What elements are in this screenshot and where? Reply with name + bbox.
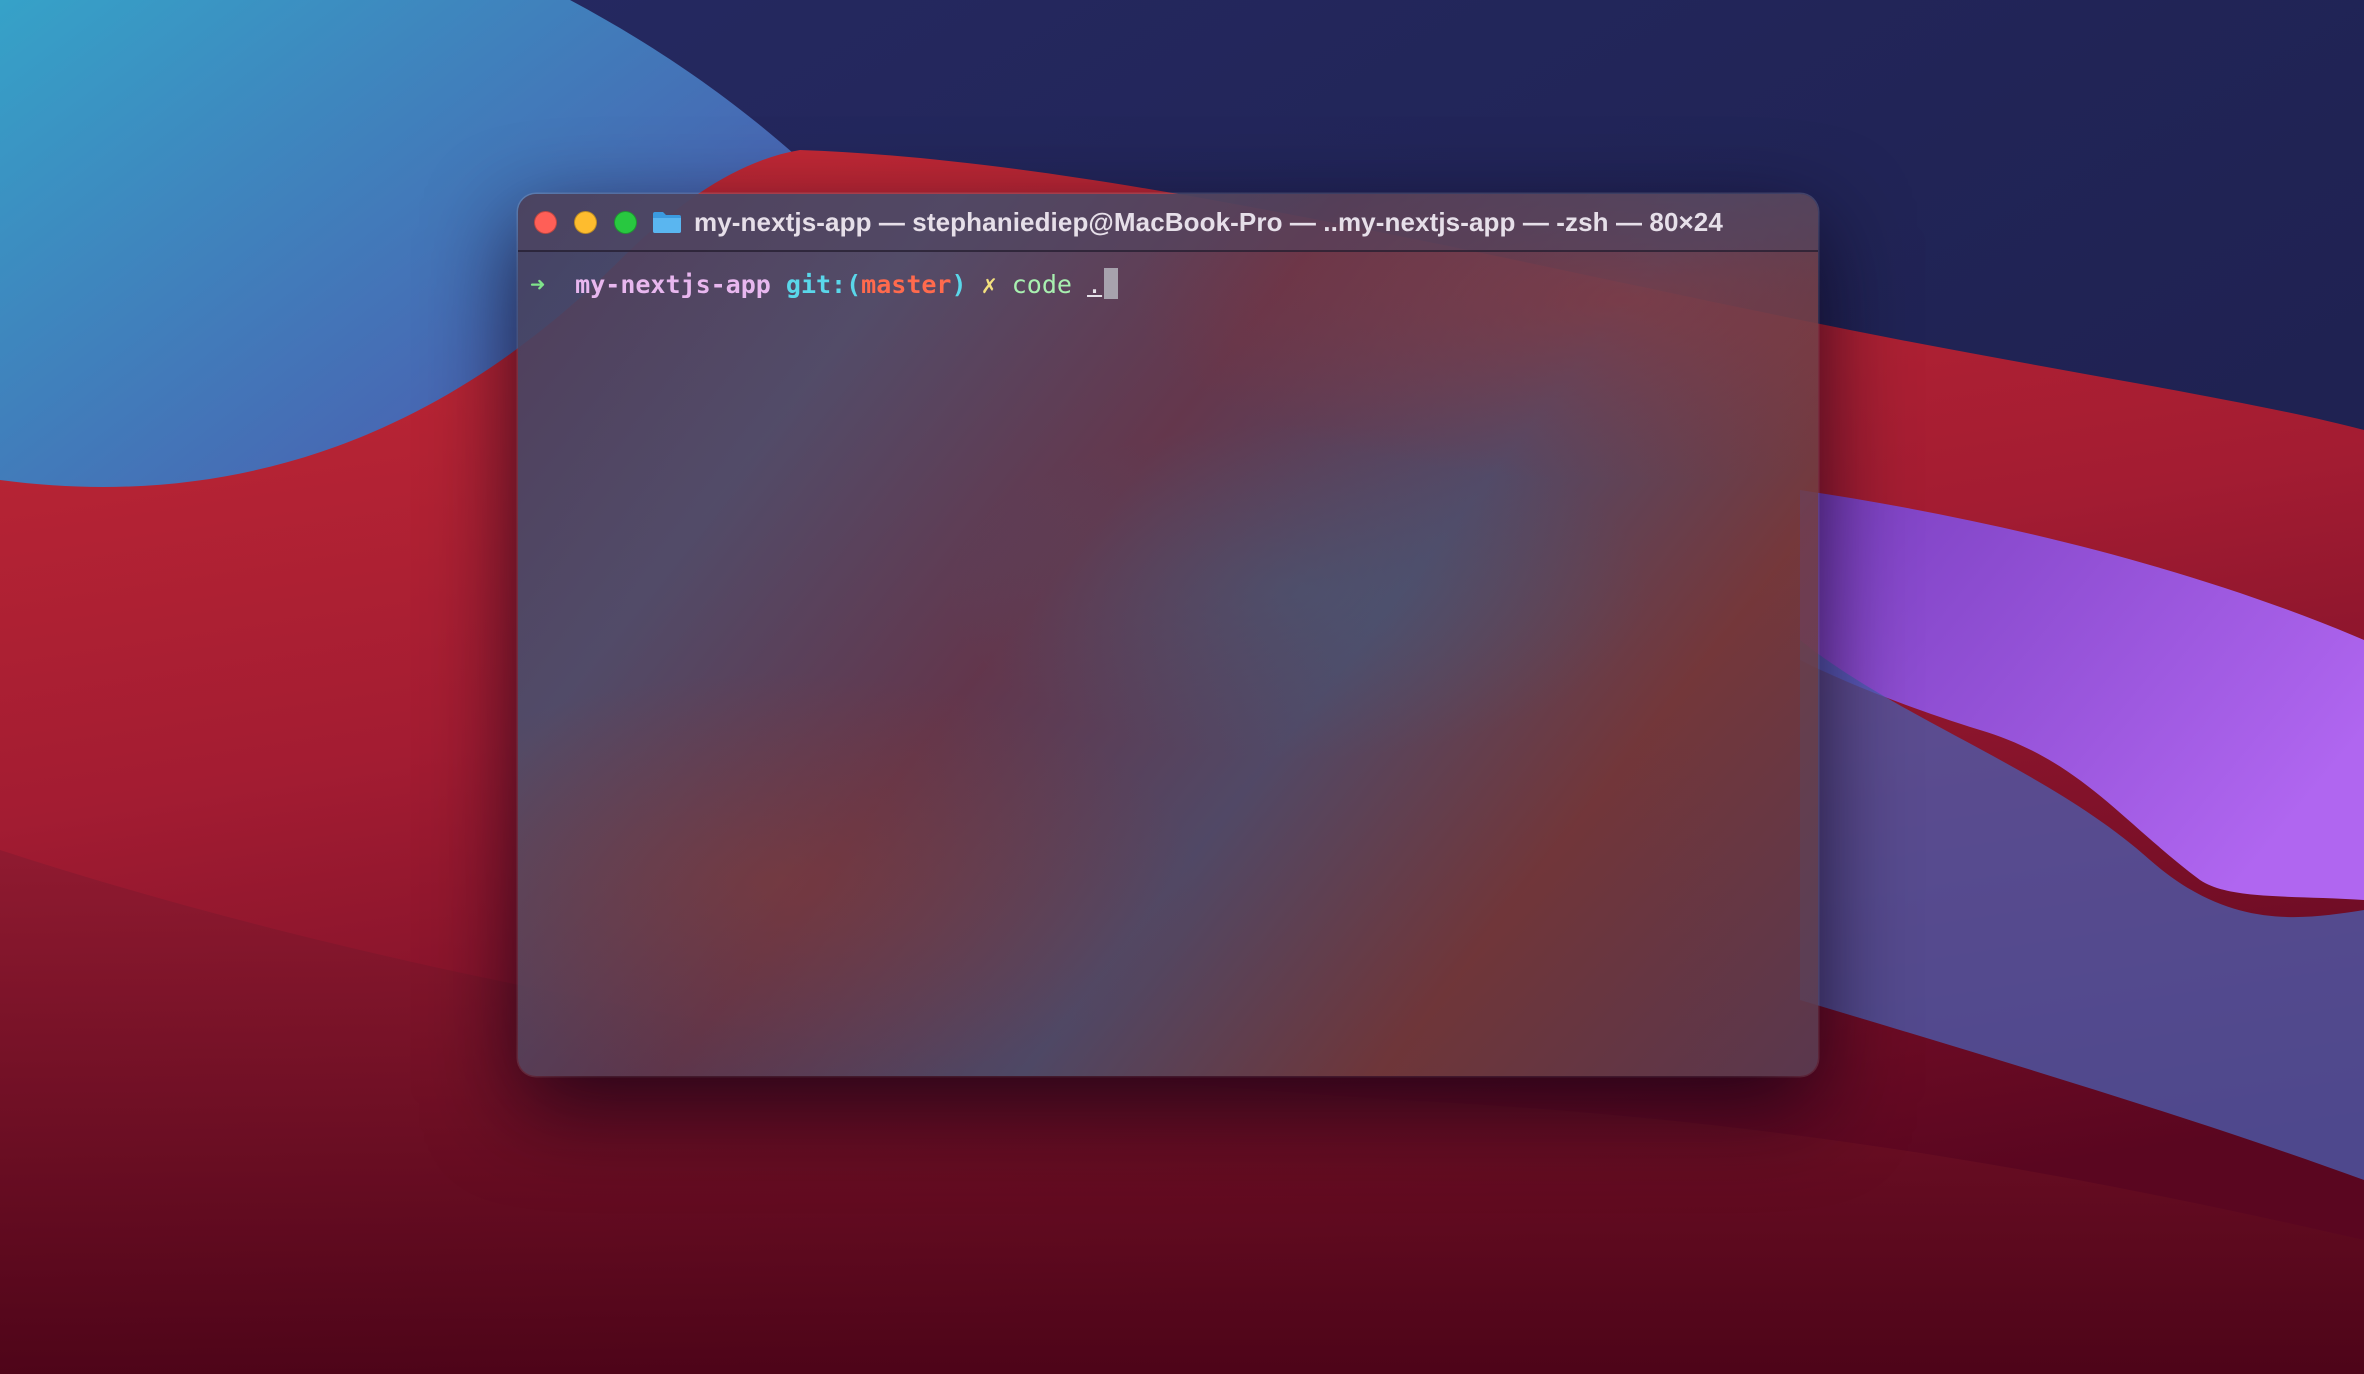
dirty-marker: ✗	[981, 270, 997, 299]
title-bar[interactable]: my-nextjs-app — stephaniediep@MacBook-Pr…	[518, 194, 1818, 252]
title-group: my-nextjs-app — stephaniediep@MacBook-Pr…	[652, 194, 1723, 250]
folder-icon	[653, 212, 681, 233]
prompt-arrow: ➜	[530, 270, 546, 299]
window-controls	[534, 211, 637, 234]
git-suffix: )	[951, 270, 967, 299]
text-cursor	[1104, 268, 1119, 299]
terminal-output[interactable]: ➜ my-nextjs-app git:(master) ✗ code .	[518, 252, 1818, 1076]
command-text: code	[1011, 270, 1072, 299]
close-button[interactable]	[534, 211, 557, 234]
minimize-button[interactable]	[574, 211, 597, 234]
git-prefix: git:(	[785, 270, 862, 299]
window-title: my-nextjs-app — stephaniediep@MacBook-Pr…	[694, 206, 1723, 237]
prompt-line: ➜ my-nextjs-app git:(master) ✗ code .	[530, 260, 1119, 310]
prompt-directory: my-nextjs-app	[575, 270, 771, 299]
command-argument: .	[1087, 270, 1103, 299]
git-branch: master	[861, 270, 952, 299]
terminal-window[interactable]: my-nextjs-app — stephaniediep@MacBook-Pr…	[518, 194, 1818, 1076]
zoom-button[interactable]	[614, 211, 637, 234]
